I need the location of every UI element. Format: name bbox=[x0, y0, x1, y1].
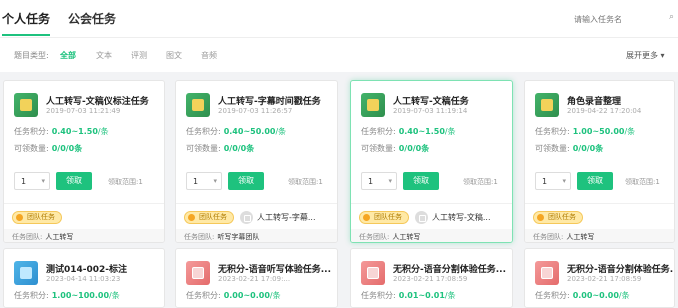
claim-range: 领取范围:1 bbox=[288, 178, 323, 186]
task-date: 2023-02-21 17:08:59 bbox=[393, 275, 468, 283]
divider bbox=[351, 203, 512, 204]
tab-personal-tasks[interactable]: 个人任务 bbox=[2, 10, 51, 36]
claim-button[interactable]: 领取 bbox=[56, 172, 92, 190]
search-box[interactable]: ⌕ bbox=[574, 11, 678, 29]
claim-button[interactable]: 领取 bbox=[577, 172, 613, 190]
task-thumbnail-icon bbox=[186, 93, 210, 117]
task-points: 任务积分: 0.00~0.00/条 bbox=[186, 291, 281, 300]
task-thumbnail-icon bbox=[361, 261, 385, 285]
badge-icon bbox=[16, 214, 23, 221]
tab-public-tasks[interactable]: 公会任务 bbox=[68, 10, 116, 27]
task-thumbnail-icon bbox=[186, 261, 210, 285]
filter-image-text[interactable]: 图文 bbox=[166, 50, 182, 61]
search-input[interactable] bbox=[574, 11, 660, 27]
task-card[interactable]: 角色录音整理 2019-04-22 17:20:04 任务积分: 1.00~50.… bbox=[524, 80, 675, 243]
task-title: 无积分-语音听写体验任务... bbox=[218, 265, 331, 275]
filter-all[interactable]: 全部 bbox=[60, 50, 76, 61]
task-thumbnail-icon bbox=[14, 261, 38, 285]
claim-range: 领取范围:1 bbox=[463, 178, 498, 186]
task-title: 人工转写-字幕时间戳任务 bbox=[218, 97, 321, 107]
divider bbox=[525, 203, 674, 204]
task-date: 2023-02-21 17:08:59 bbox=[567, 275, 642, 283]
task-thumbnail-icon bbox=[535, 261, 559, 285]
filter-bar: 题目类型: 全部 文本 评测 图文 音频 展开更多 ▾ bbox=[0, 38, 678, 72]
link-icon bbox=[240, 211, 253, 224]
quantity-select[interactable]: 1 ▾ bbox=[186, 172, 222, 190]
task-points: 任务积分: 0.40~50.00/条 bbox=[186, 127, 287, 136]
task-title: 无积分-语音分割体验任务... bbox=[393, 265, 506, 275]
task-date: 2023-02-21 17:09:... bbox=[218, 275, 291, 283]
task-title: 角色录音整理 bbox=[567, 97, 622, 107]
task-title: 人工转写-文稿任务 bbox=[393, 97, 469, 107]
task-team: 任务团队: 人工转写 bbox=[525, 229, 674, 242]
filter-audio[interactable]: 音频 bbox=[201, 50, 217, 61]
badge-icon bbox=[188, 214, 195, 221]
task-team: 任务团队: 听写字幕团队 bbox=[176, 229, 337, 242]
task-team: 任务团队: 人工转写 bbox=[4, 229, 164, 242]
filter-text[interactable]: 文本 bbox=[96, 50, 112, 61]
task-title: 测试014-002-标注 bbox=[46, 265, 128, 275]
task-claimable: 可领数量: 0/0/0条 bbox=[14, 144, 83, 153]
expand-more-button[interactable]: 展开更多 ▾ bbox=[626, 50, 665, 61]
search-icon[interactable]: ⌕ bbox=[669, 12, 674, 22]
top-bar: 个人任务 公会任务 ⌕ bbox=[0, 0, 678, 38]
task-card[interactable]: 测试014-002-标注 2023-04-14 11:03:23 任务积分: 1.… bbox=[3, 248, 165, 308]
linked-task[interactable]: 人工转写-文稿... bbox=[415, 211, 491, 224]
task-points: 任务积分: 1.00~50.00/条 bbox=[535, 127, 636, 136]
divider bbox=[176, 203, 337, 204]
task-card[interactable]: 人工转写-文稿仪标注任务 2019-07-03 11:21:49 任务积分: 0.… bbox=[3, 80, 165, 243]
claim-button[interactable]: 领取 bbox=[228, 172, 264, 190]
task-date: 2019-07-03 11:19:14 bbox=[393, 107, 468, 115]
task-title: 人工转写-文稿仪标注任务 bbox=[46, 97, 149, 107]
task-thumbnail-icon bbox=[361, 93, 385, 117]
task-card[interactable]: 人工转写-字幕时间戳任务 2019-07-03 11:26:57 任务积分: 0.… bbox=[175, 80, 338, 243]
badge-icon bbox=[537, 214, 544, 221]
task-thumbnail-icon bbox=[14, 93, 38, 117]
badge-icon bbox=[363, 214, 370, 221]
task-card[interactable]: 无积分-语音分割体验任务... 2023-02-21 17:08:59 任务积分… bbox=[350, 248, 513, 308]
claim-button[interactable]: 领取 bbox=[403, 172, 439, 190]
quantity-select[interactable]: 1 ▾ bbox=[361, 172, 397, 190]
team-task-badge: 团队任务 bbox=[12, 211, 62, 224]
filter-label: 题目类型: bbox=[14, 51, 49, 60]
task-points: 任务积分: 0.40~1.50/条 bbox=[14, 127, 109, 136]
task-date: 2019-07-03 11:21:49 bbox=[46, 107, 121, 115]
task-card[interactable]: 无积分-语音分割体验任务... 2023-02-21 17:08:59 任务积分… bbox=[524, 248, 675, 308]
claim-range: 领取范围:1 bbox=[108, 178, 143, 186]
task-date: 2019-07-03 11:26:57 bbox=[218, 107, 293, 115]
quantity-select[interactable]: 1 ▾ bbox=[535, 172, 571, 190]
team-task-badge: 团队任务 bbox=[359, 211, 409, 224]
task-card[interactable]: 人工转写-文稿任务 2019-07-03 11:19:14 任务积分: 0.40~… bbox=[350, 80, 513, 243]
task-thumbnail-icon bbox=[535, 93, 559, 117]
linked-task[interactable]: 人工转写-字幕... bbox=[240, 211, 316, 224]
task-claimable: 可领数量: 0/0/0条 bbox=[186, 144, 255, 153]
task-title: 无积分-语音分割体验任务... bbox=[567, 265, 675, 275]
task-date: 2019-04-22 17:20:04 bbox=[567, 107, 642, 115]
task-team: 任务团队: 人工转写 bbox=[351, 229, 512, 242]
task-claimable: 可领数量: 0/0/0条 bbox=[535, 144, 604, 153]
task-points: 任务积分: 0.40~1.50/条 bbox=[361, 127, 456, 136]
divider bbox=[4, 203, 164, 204]
claim-range: 领取范围:1 bbox=[625, 178, 660, 186]
task-points: 任务积分: 1.00~100.00/条 bbox=[14, 291, 120, 300]
task-points: 任务积分: 0.00~0.00/条 bbox=[535, 291, 630, 300]
filter-evaluation[interactable]: 评测 bbox=[131, 50, 147, 61]
task-points: 任务积分: 0.01~0.01/条 bbox=[361, 291, 456, 300]
task-card[interactable]: 无积分-语音听写体验任务... 2023-02-21 17:09:... 任务积… bbox=[175, 248, 338, 308]
task-claimable: 可领数量: 0/0/0条 bbox=[361, 144, 430, 153]
team-task-badge: 团队任务 bbox=[533, 211, 583, 224]
task-date: 2023-04-14 11:03:23 bbox=[46, 275, 121, 283]
team-task-badge: 团队任务 bbox=[184, 211, 234, 224]
quantity-select[interactable]: 1 ▾ bbox=[14, 172, 50, 190]
link-icon bbox=[415, 211, 428, 224]
